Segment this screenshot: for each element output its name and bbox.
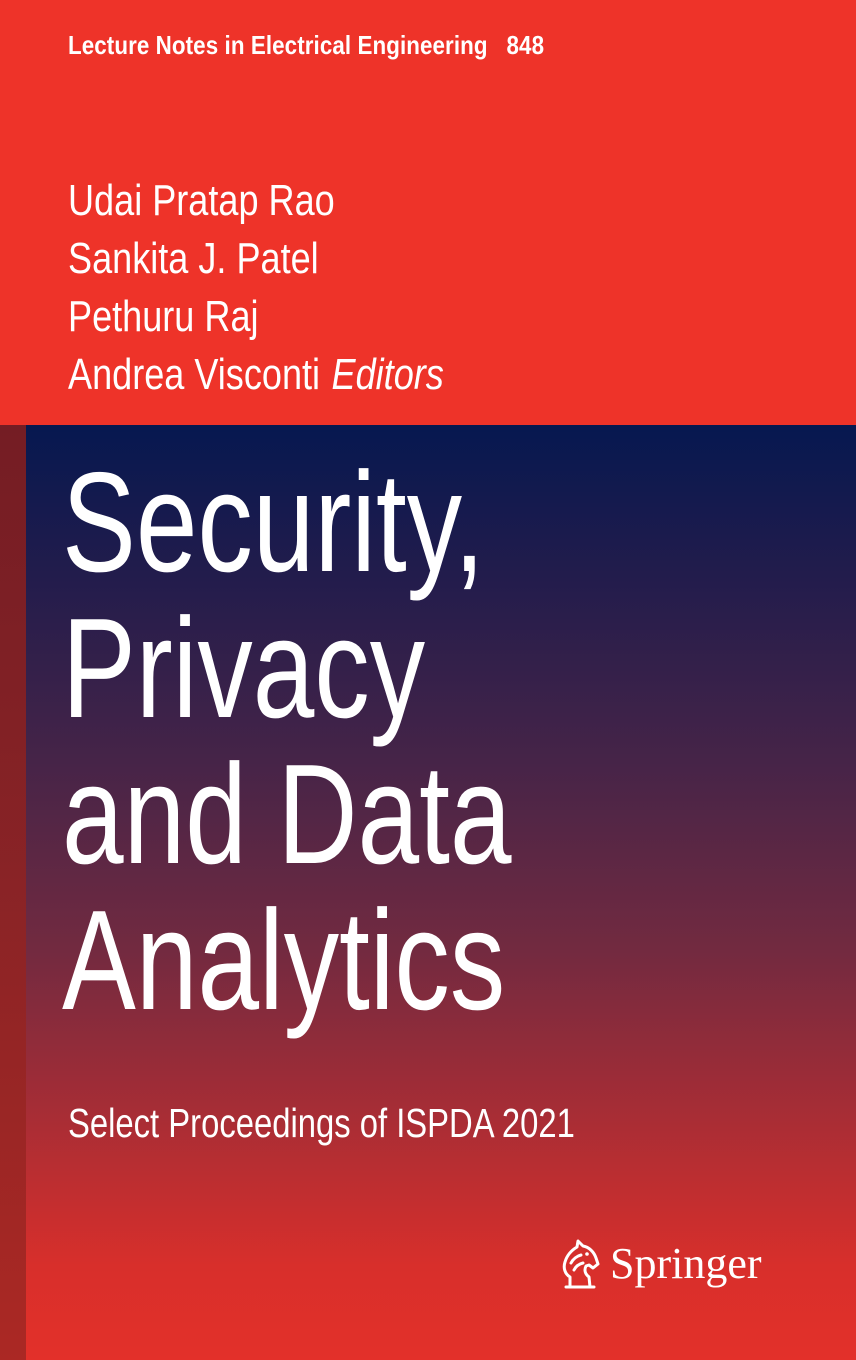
book-subtitle: Select Proceedings of ISPDA 2021 <box>68 1100 575 1146</box>
series-line: Lecture Notes in Electrical Engineering 8… <box>68 30 544 61</box>
title-line: Privacy <box>62 589 426 748</box>
title-line: Analytics <box>62 881 506 1040</box>
series-name: Lecture Notes in Electrical Engineering <box>68 30 488 60</box>
book-title: Security, Privacy and Data Analytics <box>62 450 512 1034</box>
editor-name: Sankita J. Patel <box>68 234 319 283</box>
editor-name: Pethuru Raj <box>68 292 259 341</box>
series-volume: 848 <box>506 30 545 60</box>
editor-name: Udai Pratap Rao <box>68 176 335 225</box>
springer-horse-icon <box>562 1239 600 1289</box>
publisher-logo: Springer <box>556 1236 762 1292</box>
spine-shade <box>0 425 26 1360</box>
editors-role-label: Editors <box>331 350 444 399</box>
title-line: Security, <box>62 443 485 602</box>
editor-name: Andrea Visconti <box>68 350 321 399</box>
title-line: and Data <box>62 735 512 894</box>
publisher-name: Springer <box>610 1239 762 1288</box>
book-cover: Lecture Notes in Electrical Engineering 8… <box>0 0 856 1360</box>
editor-list: Udai Pratap Rao Sankita J. Patel Pethuru… <box>68 172 444 404</box>
